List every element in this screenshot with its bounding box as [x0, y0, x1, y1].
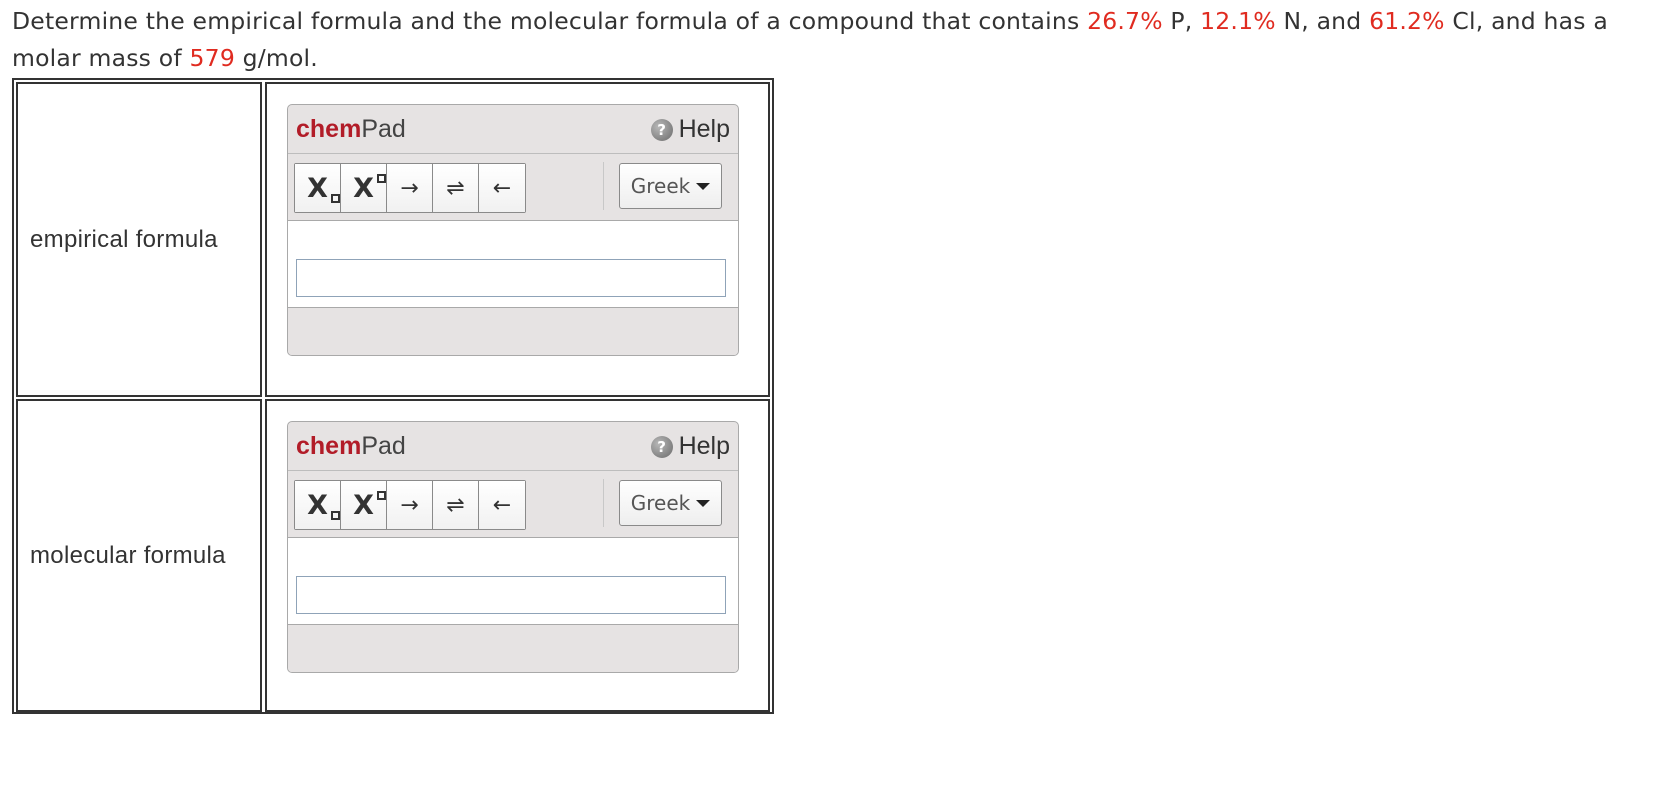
superscript-button[interactable]: X — [341, 164, 387, 212]
subscript-x: X — [307, 172, 328, 204]
question-part: P, — [1162, 7, 1201, 35]
question-part: Determine the empirical formula and the … — [12, 7, 1088, 35]
chempad-logo: chemPad — [296, 115, 406, 144]
caret-down-icon — [696, 182, 711, 190]
left-arrow-icon: ← — [492, 175, 512, 201]
chempad-logo-pad: Pad — [361, 432, 406, 460]
toolbar-divider — [603, 479, 604, 527]
superscript-x: X — [353, 489, 374, 521]
formatting-tools: X X → ⇌ ← — [294, 163, 526, 213]
left-arrow-icon: ← — [492, 492, 512, 518]
equilibrium-arrow-icon: ⇌ — [446, 175, 465, 201]
help-button[interactable]: ? Help — [650, 115, 730, 144]
chempad-widget: chemPad ? Help X X → ⇌ ← Greek — [287, 421, 739, 673]
row-label: molecular formula — [30, 541, 226, 569]
subscript-button[interactable]: X — [295, 481, 341, 529]
chempad-footer — [288, 308, 738, 355]
subscript-x: X — [307, 489, 328, 521]
superscript-box-icon — [376, 490, 386, 500]
subscript-box-icon — [330, 510, 340, 520]
greek-label: Greek — [630, 491, 691, 515]
superscript-box-icon — [376, 173, 386, 183]
greek-label: Greek — [630, 174, 691, 198]
answer-row-molecular: molecular formula chemPad ? Help X X → ⇌… — [16, 399, 770, 712]
help-label: Help — [678, 432, 730, 460]
question-part: N, and — [1275, 7, 1370, 35]
formatting-tools: X X → ⇌ ← — [294, 480, 526, 530]
left-arrow-button[interactable]: ← — [479, 164, 525, 212]
answer-row-empirical: empirical formula chemPad ? Help X X → ⇌… — [16, 82, 770, 397]
answer-table: empirical formula chemPad ? Help X X → ⇌… — [12, 78, 774, 714]
chempad-logo-pad: Pad — [361, 115, 406, 143]
subscript-box-icon — [330, 193, 340, 203]
nitrogen-percent: 12.1% — [1200, 7, 1276, 35]
phosphorus-percent: 26.7% — [1087, 7, 1163, 35]
question-text: Determine the empirical formula and the … — [12, 3, 1652, 77]
chempad-input-area — [288, 221, 738, 308]
chempad-logo-chem: chem — [296, 432, 362, 460]
chempad-toolbar: X X → ⇌ ← Greek — [288, 471, 738, 538]
row-label: empirical formula — [30, 225, 218, 253]
help-label: Help — [678, 115, 730, 143]
chempad-header: chemPad ? Help — [288, 105, 738, 154]
caret-down-icon — [696, 499, 711, 507]
chempad-cell: chemPad ? Help X X → ⇌ ← Greek — [265, 82, 770, 397]
chempad-cell: chemPad ? Help X X → ⇌ ← Greek — [265, 399, 770, 712]
right-arrow-icon: → — [400, 175, 419, 201]
right-arrow-button[interactable]: → — [387, 164, 433, 212]
greek-dropdown[interactable]: Greek — [619, 480, 722, 526]
chempad-input-area — [288, 538, 738, 625]
help-button[interactable]: ? Help — [650, 432, 730, 461]
equilibrium-arrow-icon: ⇌ — [446, 492, 465, 518]
right-arrow-button[interactable]: → — [387, 481, 433, 529]
empirical-formula-input[interactable] — [296, 259, 726, 297]
label-cell: molecular formula — [16, 399, 262, 712]
toolbar-divider — [603, 162, 604, 210]
chempad-logo-chem: chem — [296, 115, 362, 143]
question-circle-icon: ? — [650, 435, 673, 458]
label-cell: empirical formula — [16, 82, 262, 397]
question-circle-icon: ? — [650, 118, 673, 141]
superscript-button[interactable]: X — [341, 481, 387, 529]
molar-mass-value: 579 — [189, 44, 235, 72]
left-arrow-button[interactable]: ← — [479, 481, 525, 529]
chlorine-percent: 61.2% — [1369, 7, 1445, 35]
chempad-toolbar: X X → ⇌ ← Greek — [288, 154, 738, 221]
chempad-widget: chemPad ? Help X X → ⇌ ← Greek — [287, 104, 739, 356]
question-part: g/mol. — [234, 44, 318, 72]
equilibrium-arrow-button[interactable]: ⇌ — [433, 481, 479, 529]
superscript-x: X — [353, 172, 374, 204]
subscript-button[interactable]: X — [295, 164, 341, 212]
chempad-footer — [288, 625, 738, 672]
chempad-header: chemPad ? Help — [288, 422, 738, 471]
molecular-formula-input[interactable] — [296, 576, 726, 614]
equilibrium-arrow-button[interactable]: ⇌ — [433, 164, 479, 212]
right-arrow-icon: → — [400, 492, 419, 518]
greek-dropdown[interactable]: Greek — [619, 163, 722, 209]
chempad-logo: chemPad — [296, 432, 406, 461]
